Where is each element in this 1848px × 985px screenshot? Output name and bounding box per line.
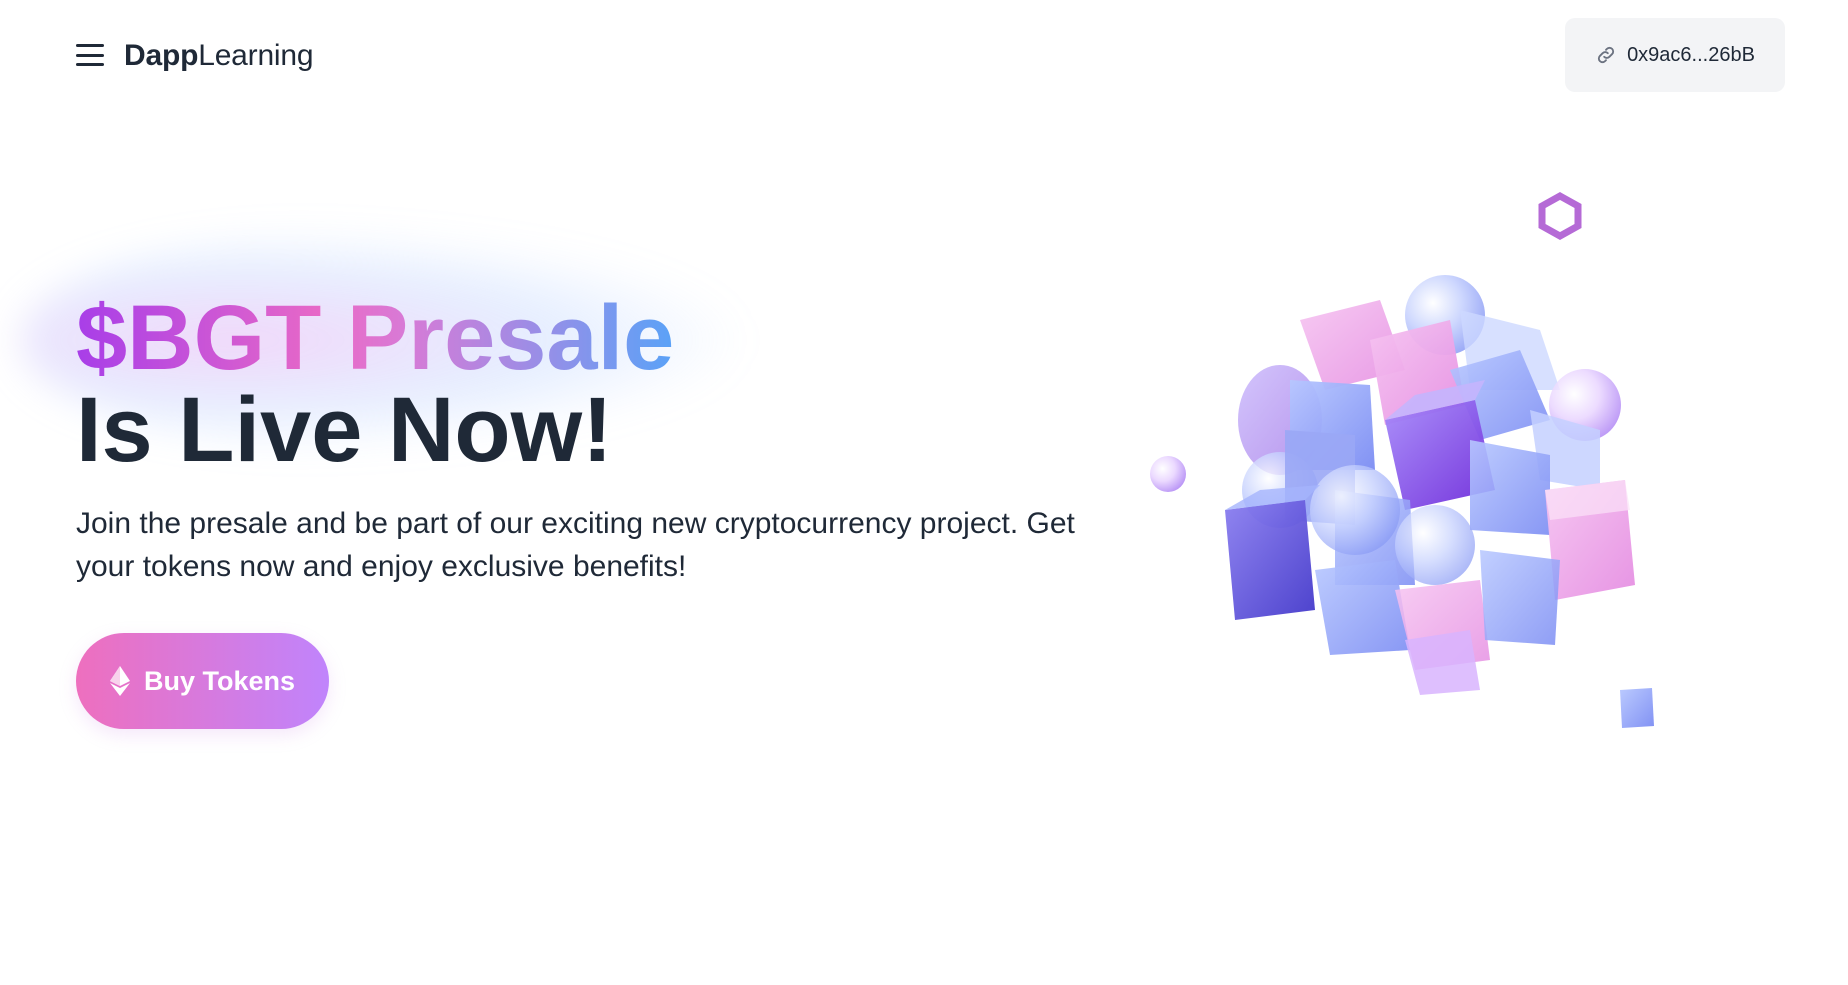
hamburger-menu-icon[interactable] <box>76 42 104 68</box>
buy-tokens-button[interactable]: Buy Tokens <box>76 633 329 729</box>
crystal-cubes-illustration <box>1150 191 1654 728</box>
ethereum-icon <box>109 666 130 696</box>
brand-name-bold: Dapp <box>124 39 199 72</box>
brand-logo[interactable]: DappLearning <box>124 36 314 76</box>
top-header: DappLearning 0x9ac6...26bB <box>0 0 1848 112</box>
wallet-address: 0x9ac6...26bB <box>1627 43 1755 66</box>
landing-page: DappLearning 0x9ac6...26bB $BGT Presale … <box>0 0 1848 985</box>
wallet-connect-button[interactable]: 0x9ac6...26bB <box>1565 18 1785 92</box>
link-icon <box>1597 46 1615 64</box>
buy-tokens-label: Buy Tokens <box>143 665 296 696</box>
brand-name-regular: Learning <box>198 39 314 72</box>
hero-title: Is Live Now! <box>76 379 613 481</box>
hero-title-gradient: $BGT Presale <box>76 287 675 389</box>
hero-description: Join the presale and be part of our exci… <box>76 507 1075 583</box>
